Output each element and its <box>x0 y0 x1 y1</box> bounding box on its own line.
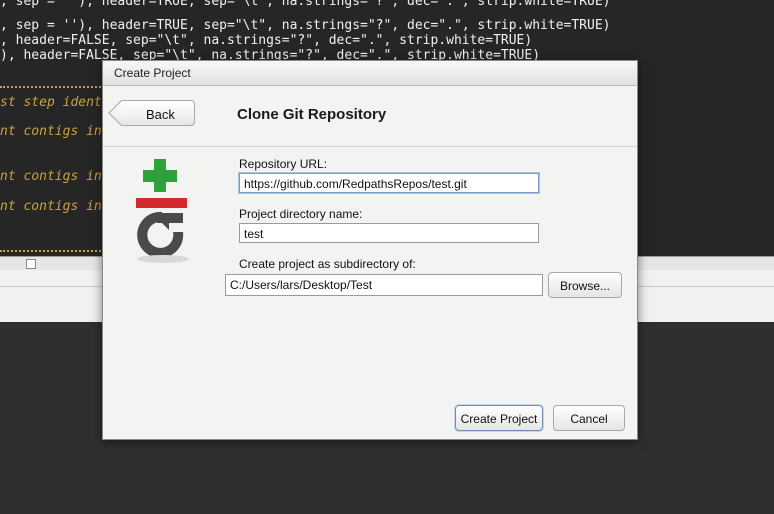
code-line: , sep = ''), header=TRUE, sep="\t", na.s… <box>0 0 611 9</box>
repository-url-input[interactable]: https://github.com/RedpathsRepos/test.gi… <box>239 173 539 193</box>
cancel-button[interactable]: Cancel <box>553 405 625 431</box>
browse-button[interactable]: Browse... <box>548 272 622 298</box>
code-comment: nt contigs in <box>0 124 102 139</box>
back-button-label: Back <box>146 107 175 122</box>
create-project-dialog: Create Project Back Clone Git Repository… <box>102 60 638 440</box>
code-line: , sep = ''), header=TRUE, sep="\t", na.s… <box>0 18 611 33</box>
subdirectory-input[interactable]: C:/Users/lars/Desktop/Test <box>225 274 543 296</box>
dialog-title: Create Project <box>114 66 191 80</box>
back-button[interactable]: Back <box>108 100 195 126</box>
create-project-button[interactable]: Create Project <box>455 405 543 431</box>
page-title: Clone Git Repository <box>237 106 387 123</box>
directory-name-label: Project directory name: <box>239 207 363 221</box>
dialog-header: Back Clone Git Repository <box>103 86 637 147</box>
dialog-titlebar[interactable]: Create Project <box>103 61 637 86</box>
back-arrow-icon <box>108 100 134 126</box>
code-comment: nt contigs in <box>0 169 102 184</box>
scroll-thumb[interactable] <box>26 259 36 269</box>
code-comment: st step ident <box>0 95 102 110</box>
subdirectory-label: Create project as subdirectory of: <box>239 257 416 271</box>
git-logo-icon <box>136 159 189 263</box>
code-line: , header=FALSE, sep="\t", na.strings="?"… <box>0 33 533 48</box>
directory-name-input[interactable]: test <box>239 223 539 243</box>
repository-url-label: Repository URL: <box>239 157 328 171</box>
code-comment: nt contigs in <box>0 199 102 214</box>
